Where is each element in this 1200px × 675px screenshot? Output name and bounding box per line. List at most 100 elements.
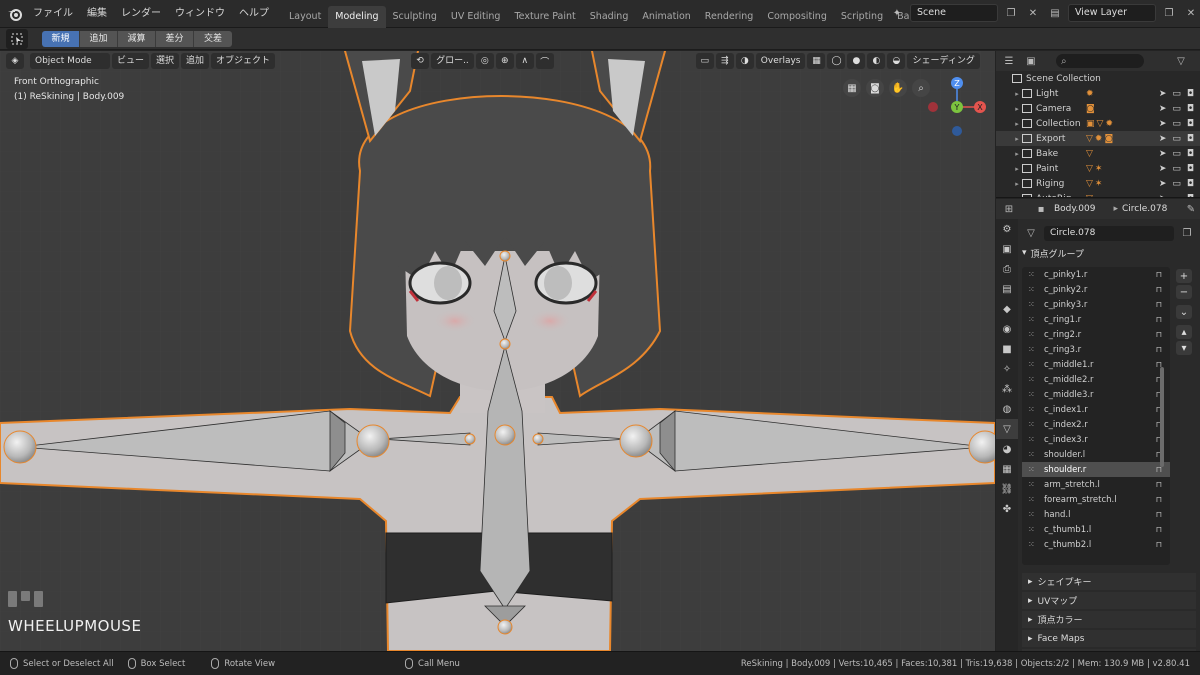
view-layer-icon[interactable]: ▤ [1046,4,1064,22]
render-icon[interactable]: ◘ [1187,104,1194,114]
lock-icon[interactable]: ⊓ [1156,270,1162,279]
copy-view-layer-icon[interactable]: ❐ [1160,4,1178,22]
content-type-icon[interactable]: ▽ [1086,164,1093,174]
hide-viewport-icon[interactable]: ▭ [1172,104,1181,114]
lock-icon[interactable]: ⊓ [1156,480,1162,489]
gizmo-settings-icon[interactable]: ⇶ [715,53,734,69]
render-icon[interactable]: ◘ [1187,89,1194,99]
remove-scene-icon[interactable]: ✕ [1024,4,1042,22]
hide-viewport-icon[interactable]: ▭ [1172,149,1181,159]
lock-icon[interactable]: ⊓ [1156,495,1162,504]
editor-type-icon[interactable]: ◈ [6,53,24,69]
pivot-point-icon[interactable]: ◎ [475,53,494,69]
snap-icon[interactable]: ⊕ [495,53,514,69]
hide-viewport-icon[interactable]: ▭ [1172,164,1181,174]
menu-help[interactable]: ヘルプ [232,0,276,28]
tab-compositing[interactable]: Compositing [760,6,834,28]
outliner-row-camera[interactable]: ▸ Camera ◙ ➤ ▭ ◘ [996,101,1200,116]
vertex-group-item[interactable]: ⁙ c_index1.r ⊓ [1022,402,1170,417]
navigation-gizmo[interactable]: Z X Y [922,73,992,163]
expand-arrow-icon[interactable]: ▸ [1012,90,1022,98]
vertex-group-item[interactable]: ⁙ c_pinky3.r ⊓ [1022,297,1170,312]
lock-icon[interactable]: ⊓ [1156,510,1162,519]
viewport-scene[interactable] [0,51,995,651]
overlays-icon[interactable]: ◑ [735,53,754,69]
mode-subtract-button[interactable]: 減算 [118,30,156,47]
menu-file[interactable]: ファイル [26,0,80,28]
render-icon[interactable]: ◘ [1187,149,1194,159]
vertex-group-item[interactable]: ⁙ c_thumb1.l ⊓ [1022,522,1170,537]
menu-object[interactable]: オブジェクト [211,53,276,69]
show-gizmo-icon[interactable]: ▭ [695,53,714,69]
content-type-icon[interactable]: ▣ [1086,119,1095,129]
rendered-shading-icon[interactable]: ◒ [887,53,906,69]
mode-difference-button[interactable]: 差分 [156,30,194,47]
content-type-icon[interactable]: ▽ [1086,179,1093,189]
content-type-icon[interactable]: ✶ [1095,179,1103,189]
menu-window[interactable]: ウィンドウ [168,0,232,28]
proportional-falloff-icon[interactable]: ⌒ [535,53,554,69]
content-type-icon[interactable]: ✶ [1095,164,1103,174]
filter-icon[interactable]: ▽ [1172,52,1190,70]
transform-orientation-dropdown[interactable]: グロー.. [431,53,474,69]
expand-arrow-icon[interactable]: ▸ [1012,105,1022,113]
tab-material-icon[interactable]: ◕ [996,439,1018,459]
vertex-group-item[interactable]: ⁙ c_ring1.r ⊓ [1022,312,1170,327]
vertex-group-item[interactable]: ⁙ c_thumb2.l ⊓ [1022,537,1170,552]
overlays-dropdown[interactable]: Overlays [755,53,806,69]
vertex-group-item[interactable]: ⁙ arm_stretch.l ⊓ [1022,477,1170,492]
toggle-grid-icon[interactable]: ▦ [843,79,861,97]
lock-icon[interactable]: ⊓ [1156,540,1162,549]
content-type-icon[interactable]: ✹ [1105,119,1113,129]
vertex-group-scrollbar[interactable] [1160,367,1164,467]
tab-modifier-icon[interactable]: ✧ [996,359,1018,379]
hide-viewport-icon[interactable]: ▭ [1172,179,1181,189]
outliner-search-input[interactable]: ⌕ [1056,54,1144,68]
vertex-group-item[interactable]: ⁙ forearm_stretch.l ⊓ [1022,492,1170,507]
move-up-button[interactable]: ▴ [1176,325,1192,339]
pan-hand-icon[interactable]: ✋ [889,79,907,97]
expand-arrow-icon[interactable]: ▸ [1012,120,1022,128]
tab-mesh-data-icon[interactable]: ▽ [996,419,1018,439]
menu-add[interactable]: 追加 [181,53,210,69]
render-icon[interactable]: ◘ [1187,164,1194,174]
mesh-data-icon[interactable]: ▽ [1022,224,1040,242]
wireframe-shading-icon[interactable]: ◯ [827,53,846,69]
mode-new-button[interactable]: 新規 [42,30,80,47]
data-name-field[interactable]: Circle.078 [1044,225,1174,241]
vertex-group-item[interactable]: ⁙ c_ring2.r ⊓ [1022,327,1170,342]
content-type-icon[interactable]: ▽ [1086,194,1093,198]
select-tool-icon[interactable] [6,28,28,49]
content-type-icon[interactable]: ▽ [1086,149,1093,159]
vertex-group-item[interactable]: ⁙ shoulder.l ⊓ [1022,447,1170,462]
render-icon[interactable]: ◘ [1187,179,1194,189]
xray-icon[interactable]: ▦ [807,53,826,69]
hide-viewport-icon[interactable]: ▭ [1172,89,1181,99]
remove-vertex-group-button[interactable]: − [1176,285,1192,299]
lock-icon[interactable]: ⊓ [1156,300,1162,309]
vertex-group-item[interactable]: ⁙ c_ring3.r ⊓ [1022,342,1170,357]
expand-arrow-icon[interactable]: ▸ [1012,180,1022,188]
lock-icon[interactable]: ⊓ [1156,345,1162,354]
selectable-icon[interactable]: ➤ [1159,104,1167,114]
fake-user-icon[interactable]: ❐ [1178,224,1196,242]
tab-scene-icon[interactable]: ◆ [996,299,1018,319]
tab-tool-icon[interactable]: ⚙ [996,219,1018,239]
tab-scripting[interactable]: Scripting [834,6,890,28]
hide-viewport-icon[interactable]: ▭ [1172,194,1181,198]
content-type-icon[interactable]: ▽ [1097,119,1104,129]
render-icon[interactable]: ◘ [1187,119,1194,129]
vertex-group-specials-button[interactable]: ⌄ [1176,305,1192,319]
vertex-group-item[interactable]: ⁙ c_middle2.r ⊓ [1022,372,1170,387]
add-vertex-group-button[interactable]: + [1176,269,1192,283]
tab-physics-icon[interactable]: ◍ [996,399,1018,419]
3d-viewport[interactable]: ◈ Object Mode ビュー 選択 追加 オブジェクト ⟲ グロー.. ◎… [0,51,995,651]
menu-render[interactable]: レンダー [114,0,168,28]
content-type-icon[interactable]: ✹ [1095,134,1103,144]
vertex-group-item[interactable]: ⁙ c_index2.r ⊓ [1022,417,1170,432]
lock-icon[interactable]: ⊓ [1156,315,1162,324]
outliner-row-collection[interactable]: ▸ Collection ▣ ▽ ✹ ➤ ▭ ◘ [996,116,1200,131]
lock-icon[interactable]: ⊓ [1156,525,1162,534]
selectable-icon[interactable]: ➤ [1159,119,1167,129]
transform-orientation-icon[interactable]: ⟲ [411,53,430,69]
